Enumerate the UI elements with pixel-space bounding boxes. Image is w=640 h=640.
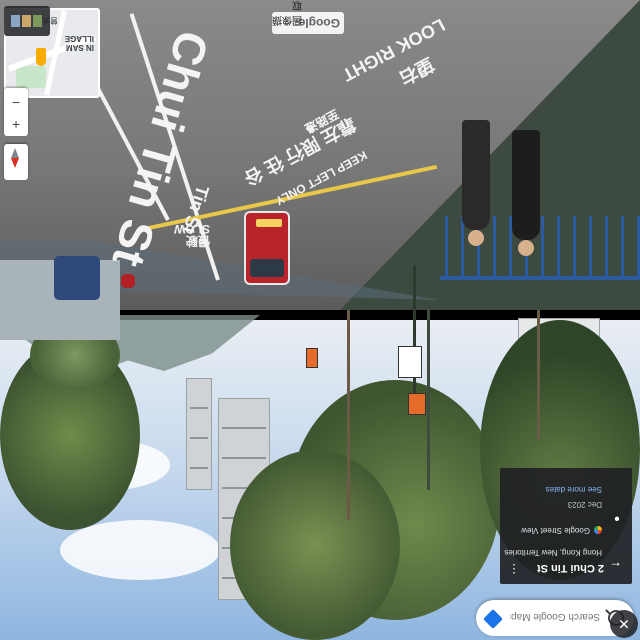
minibus <box>244 211 290 285</box>
street-view-logo-icon <box>594 526 602 534</box>
view-controls: + − <box>4 48 28 180</box>
arrow-back-icon[interactable]: ← <box>609 559 622 574</box>
car <box>121 274 135 288</box>
building <box>186 378 212 490</box>
compass-button[interactable] <box>4 144 28 180</box>
thumbnail[interactable] <box>11 15 20 27</box>
cloud <box>60 520 220 580</box>
more-vert-icon[interactable]: ⋮ <box>508 562 520 576</box>
traffic-sign <box>398 346 422 378</box>
pedestrian <box>462 120 490 246</box>
zoom-control: + − <box>4 88 28 136</box>
pedestrian <box>512 130 540 256</box>
location-card: ← 2 Chui Tin St ⋮ Hong Kong, New Territo… <box>500 468 632 584</box>
thumbnail[interactable] <box>33 15 42 27</box>
image-attribution[interactable]: Google 圖像擷取 <box>272 0 344 34</box>
plus-icon[interactable]: + <box>4 114 28 136</box>
google-logo: Google <box>298 16 340 30</box>
compass-icon[interactable] <box>4 144 28 172</box>
attribution-label: 圖像擷取 <box>272 0 302 25</box>
place-pin-icon: ● <box>613 513 620 524</box>
tree <box>230 450 400 640</box>
see-more-dates-link[interactable]: See more dates <box>546 485 602 494</box>
thumbnail[interactable] <box>22 15 31 27</box>
sign-pole <box>413 265 416 405</box>
close-icon[interactable]: ✕ <box>610 610 638 638</box>
location-subtitle: Hong Kong, New Territories <box>504 548 602 557</box>
search-input[interactable] <box>508 607 602 627</box>
traffic-sign <box>408 393 426 415</box>
directions-icon[interactable] <box>483 609 503 629</box>
minimap-label: IN SAM ILLAGE <box>64 34 94 52</box>
thumbnail-strip[interactable] <box>4 6 50 36</box>
traffic-sign <box>306 348 318 368</box>
location-title[interactable]: 2 Chui Tin St <box>537 562 604 574</box>
minus-icon[interactable]: − <box>4 92 28 114</box>
pegman-icon[interactable] <box>36 48 46 66</box>
car <box>54 256 100 300</box>
capture-date: Dec 2023 <box>567 500 602 509</box>
rotated-view: Chui Tin St Tin St SLOW 慢駛 LOOK RIGHT 望右… <box>0 0 640 640</box>
road-slow-zh: 慢駛 <box>185 234 210 248</box>
street-view-screen: Chui Tin St Tin St SLOW 慢駛 LOOK RIGHT 望右… <box>0 0 640 640</box>
street-view-brand: Google Street View <box>521 526 590 535</box>
